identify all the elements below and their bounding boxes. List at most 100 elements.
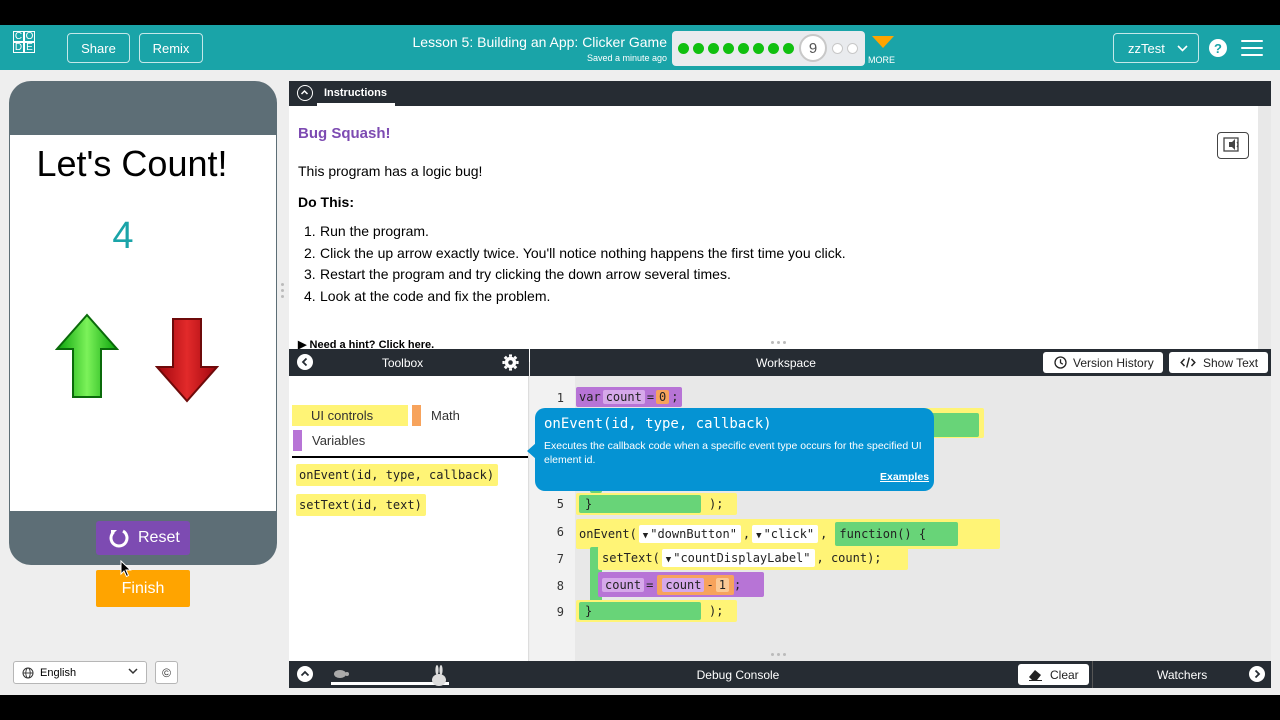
count-display-label: 4 [112, 215, 134, 257]
app-preview-frame: Let's Count! 4 [9, 81, 277, 565]
logo-blank [35, 42, 46, 53]
level-dot-complete[interactable] [723, 43, 734, 54]
code-token: 1 [715, 577, 729, 592]
reset-icon [109, 528, 129, 548]
code-token: "click" [763, 527, 815, 541]
line-number: 5 [556, 497, 564, 511]
instructions-intro: This program has a logic bug! [298, 163, 483, 179]
collapse-instructions-icon[interactable] [297, 85, 313, 101]
code-token: 0 [656, 390, 670, 404]
code-token: , count); [816, 551, 882, 565]
more-arrow-icon[interactable] [872, 36, 894, 48]
settext-block[interactable]: setText (id, text) [296, 494, 426, 516]
lesson-title[interactable]: Lesson 5: Building an App: Clicker Game [380, 34, 667, 50]
help-icon[interactable]: ? [1209, 39, 1227, 57]
step-text: Run the program. [320, 223, 429, 239]
instructions-scrollbar[interactable] [1258, 106, 1271, 362]
block-tooltip: onEvent(id, type, callback) Executes the… [535, 408, 934, 491]
language-value: English [40, 666, 77, 679]
up-arrow-button[interactable] [55, 313, 119, 399]
code-logo[interactable]: C O D E [13, 31, 46, 64]
assignment-block[interactable]: count = count - 1 ; [598, 572, 764, 597]
clear-console-button[interactable]: Clear [1018, 664, 1089, 685]
chevron-down-icon [128, 668, 138, 675]
step-text: Look at the code and fix the problem. [320, 287, 551, 304]
block-name: setText [299, 498, 350, 512]
text-to-speech-icon[interactable] [1217, 132, 1249, 159]
horizontal-resize-handle[interactable] [771, 341, 789, 345]
globe-icon [22, 667, 34, 679]
reset-button[interactable]: Reset [96, 521, 190, 555]
current-level-indicator[interactable]: 9 [799, 34, 827, 62]
code-token: = [646, 577, 654, 592]
version-history-label: Version History [1073, 355, 1154, 370]
line-number: 7 [556, 552, 564, 566]
category-variables[interactable]: Variables [293, 430, 365, 451]
level-dot-complete[interactable] [738, 43, 749, 54]
level-dot-complete[interactable] [753, 43, 764, 54]
horizontal-resize-handle[interactable] [771, 653, 789, 657]
user-menu-button[interactable]: zzTest [1113, 33, 1199, 63]
instructions-title: Bug Squash! [298, 125, 391, 142]
onevent-block[interactable]: onEvent (id, type, callback) [296, 464, 499, 486]
app-screen: Let's Count! 4 [10, 135, 276, 511]
id-dropdown[interactable]: ▼ "downButton" [638, 525, 741, 543]
onevent-block-down[interactable]: onEvent( ▼ "downButton" , ▼ "click" , func… [576, 519, 1000, 549]
logo-letter: O [24, 31, 35, 42]
line-number: 1 [556, 391, 564, 405]
vertical-resize-handle[interactable] [281, 283, 285, 303]
category-math[interactable]: Math [412, 405, 460, 426]
level-dot-complete[interactable] [678, 43, 689, 54]
block-params: (id, type, callback) [349, 468, 495, 482]
level-dot-complete[interactable] [708, 43, 719, 54]
remix-button[interactable]: Remix [139, 33, 203, 63]
onevent-block-end[interactable]: } ); [576, 493, 737, 515]
step-text: Restart the program and try clicking the… [320, 266, 731, 282]
category-ui-controls[interactable]: UI controls [292, 405, 408, 426]
finish-button[interactable]: Finish [96, 570, 190, 607]
workspace-header: Workspace Version History Show Text [530, 349, 1271, 376]
tooltip-examples-link[interactable]: Examples [880, 471, 929, 483]
clear-label: Clear [1050, 667, 1079, 682]
code-token: "downButton" [650, 527, 737, 541]
category-label: Variables [312, 433, 366, 448]
function-block[interactable]: function() { [835, 522, 959, 546]
level-dot-complete[interactable] [693, 43, 704, 54]
onevent-block-end[interactable]: } ); [576, 600, 737, 622]
toolbox-panel: UI controls Math Variables onEvent (id, t… [289, 376, 529, 676]
code-token: onEvent( [579, 527, 637, 541]
show-text-button[interactable]: Show Text [1169, 352, 1268, 373]
category-swatch [412, 405, 421, 426]
toolbox-title: Toolbox [381, 356, 424, 370]
category-label: UI controls [311, 408, 374, 423]
level-dot-incomplete[interactable] [832, 43, 843, 54]
version-history-button[interactable]: Version History [1043, 352, 1163, 373]
level-dot-complete[interactable] [768, 43, 779, 54]
debug-console-bar: Debug Console Clear Watchers [289, 661, 1271, 688]
expand-watchers-icon[interactable] [1249, 666, 1265, 682]
toolbox-divider [292, 456, 528, 458]
copyright-icon[interactable]: © [155, 661, 178, 684]
subtract-block[interactable]: count - 1 [657, 574, 734, 595]
code-token: - [706, 577, 714, 592]
more-label[interactable]: MORE [868, 55, 895, 65]
level-progress: 9 [672, 31, 865, 66]
down-arrow-button[interactable] [155, 317, 219, 403]
language-select[interactable]: English [13, 661, 147, 684]
tab-instructions[interactable]: Instructions [324, 87, 387, 99]
id-dropdown[interactable]: ▼ "countDisplayLabel" [661, 549, 815, 567]
hamburger-menu-icon[interactable] [1241, 40, 1263, 56]
toolbox-header: Toolbox [289, 349, 529, 376]
tooltip-description: Executes the callback code when a specif… [544, 440, 922, 466]
instructions-panel: Bug Squash! This program has a logic bug… [289, 106, 1258, 362]
level-dot-complete[interactable] [783, 43, 794, 54]
level-dot-incomplete[interactable] [847, 43, 858, 54]
settext-block-code[interactable]: setText( ▼ "countDisplayLabel" , count); [598, 546, 908, 570]
gear-icon[interactable] [501, 353, 520, 372]
event-dropdown[interactable]: ▼ "click" [752, 525, 819, 543]
code-token: count [662, 577, 705, 592]
share-button[interactable]: Share [67, 33, 130, 63]
line-number: 8 [556, 579, 564, 593]
instructions-header: Instructions [289, 81, 1271, 106]
var-declaration-block[interactable]: var count = 0 ; [576, 387, 682, 407]
